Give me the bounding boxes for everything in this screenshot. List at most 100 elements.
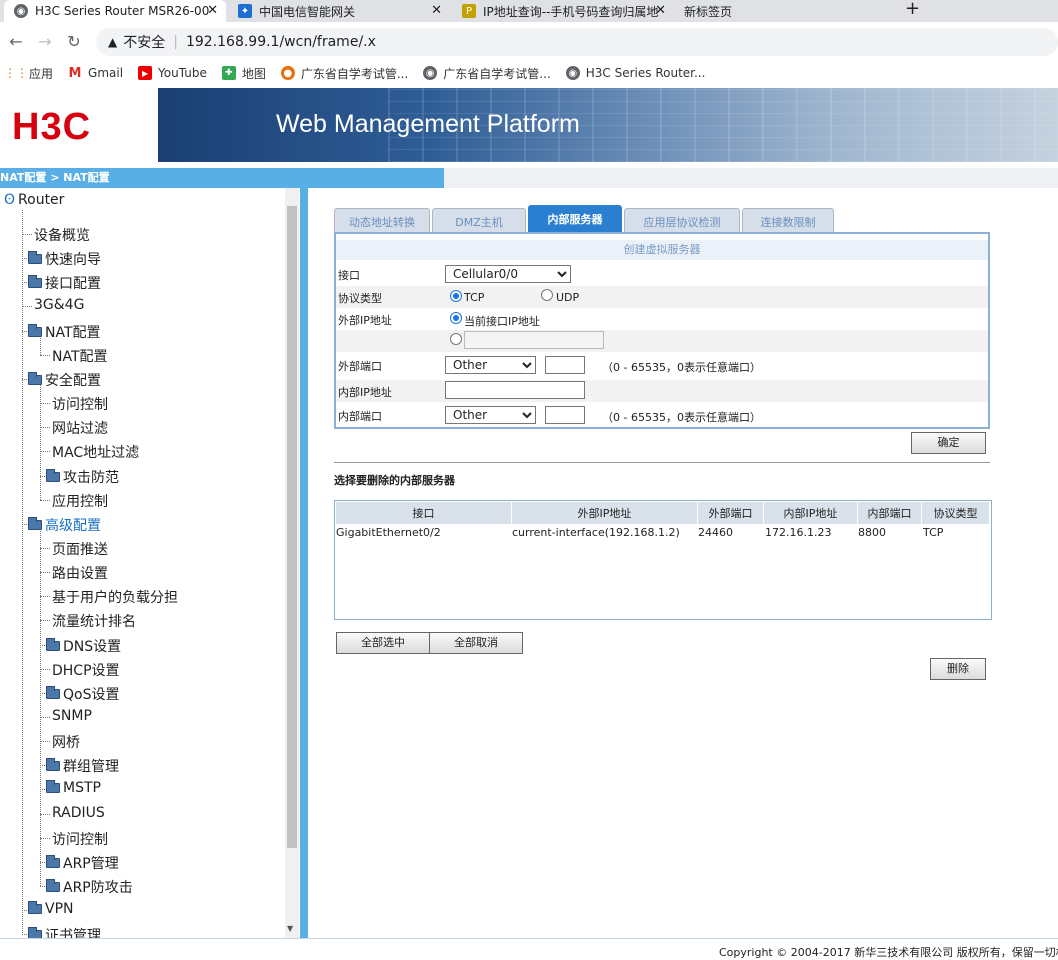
back-icon[interactable]: ← [3,32,29,51]
sidebar-item-radius[interactable]: RADIUS [52,805,105,821]
interface-select[interactable]: Cellular0/0 [445,265,571,283]
sidebar-item-traffic-ranking[interactable]: 流量统计排名 [52,611,136,631]
close-icon[interactable]: ✕ [207,3,218,18]
internal-port-input[interactable] [545,406,585,424]
select-all-button[interactable]: 全部选中 [336,632,430,654]
current-interface-ip-radio[interactable] [450,312,462,324]
sidebar-item-mac-filter[interactable]: MAC地址过滤 [52,442,139,462]
sidebar-item-arp-defense[interactable]: ARP防攻击 [46,877,133,897]
sidebar-item-user-load-balance[interactable]: 基于用户的负载分担 [52,587,178,607]
tab-title: H3C Series Router MSR26-00 [35,4,210,18]
udp-label: UDP [556,291,580,304]
browser-tab[interactable]: 新标签页 [674,0,874,22]
url-text: 192.168.99.1/wcn/frame/.x [185,34,376,50]
bookmark-youtube[interactable]: ▶ YouTube [138,66,207,80]
sidebar-item-label: 安全配置 [45,372,101,389]
sidebar-item-label: 访问控制 [52,397,108,414]
sidebar-item-security-config[interactable]: 安全配置 [28,370,101,390]
bookmark-exam-1[interactable]: ● 广东省自学考试管... [280,65,408,82]
sidebar-item-nat-config-sub[interactable]: NAT配置 [52,346,108,366]
header-banner: Web Management Platform [158,88,1058,162]
sidebar-item-group-mgmt[interactable]: 群组管理 [46,756,119,776]
sidebar-item-bridge[interactable]: 网桥 [52,732,80,752]
gmail-icon: M [68,65,82,81]
confirm-button[interactable]: 确定 [911,432,986,454]
custom-ip-input[interactable] [464,331,604,349]
bookmark-apps[interactable]: ⋮⋮ 应用 [4,65,53,82]
tcp-radio[interactable] [450,290,462,302]
sidebar-item-snmp[interactable]: SNMP [52,708,92,724]
browser-tab[interactable]: ✦ 中国电信智能网关 ✕ [228,0,450,22]
globe-icon: ◉ [565,66,580,80]
external-port-select[interactable]: Other [445,356,536,374]
external-port-input[interactable] [545,356,585,374]
tab-title: IP地址查询--手机号码查询归属地 [483,4,658,19]
sidebar-item-qos[interactable]: QoS设置 [46,684,119,704]
folder-icon [28,516,42,530]
sidebar-item-label: 高级配置 [45,517,101,534]
sidebar-item-device-overview[interactable]: 设备概览 [34,225,90,245]
tree-root-router[interactable]: ʘ Router [4,192,64,208]
delete-button[interactable]: 删除 [930,658,986,680]
bookmark-exam-2[interactable]: ◉ 广东省自学考试管... [423,65,551,82]
sidebar-item-label: 流量统计排名 [52,614,136,631]
deselect-all-button[interactable]: 全部取消 [429,632,523,654]
tab-internal-server[interactable]: 内部服务器 [528,205,622,232]
tab-title: 中国电信智能网关 [259,4,356,19]
external-port-label: 外部端口 [338,360,382,373]
bookmark-maps[interactable]: ✚ 地图 [221,65,266,82]
external-ip-custom-row [336,330,988,352]
url-field[interactable]: ▲ 不安全 | 192.168.99.1/wcn/frame/.x [96,28,1058,56]
sidebar-item-label: VPN [45,901,74,918]
sidebar-item-routing[interactable]: 路由设置 [52,563,108,583]
close-icon[interactable]: ✕ [431,3,442,18]
globe-icon: ◉ [14,4,28,18]
sidebar-item-arp-mgmt[interactable]: ARP管理 [46,853,119,873]
globe-icon: ◉ [423,66,438,80]
cell-internal-ip: 172.16.1.23 [765,526,832,539]
internal-port-select[interactable]: Other [445,406,536,424]
tab-alg[interactable]: 应用层协议检测 [624,208,740,232]
custom-ip-radio[interactable] [450,333,462,345]
scroll-down-icon[interactable]: ▼ [287,924,293,933]
sidebar-item-label: 访问控制 [52,831,108,848]
sidebar-item-nat-config[interactable]: NAT配置 [28,322,101,342]
sidebar-item-access-control-2[interactable]: 访问控制 [52,829,108,849]
cell-external-ip: current-interface(192.168.1.2) [512,526,680,539]
reload-icon[interactable]: ↻ [61,32,87,51]
sidebar-item-mstp[interactable]: MSTP [46,780,101,796]
sidebar-item-advanced-config[interactable]: 高级配置 [28,515,101,535]
tab-connection-limit[interactable]: 连接数限制 [742,208,834,232]
sidebar-item-app-control[interactable]: 应用控制 [52,491,108,511]
new-tab-icon[interactable]: + [905,0,920,19]
internal-ip-row: 内部IP地址 [336,380,988,402]
internal-ip-label: 内部IP地址 [338,386,392,399]
sidebar-item-3g4g[interactable]: 3G&4G [34,297,84,313]
internal-ip-input[interactable] [445,381,585,399]
breadcrumb: NAT配置 > NAT配置 [0,168,444,188]
sidebar-item-web-filter[interactable]: 网站过滤 [52,418,108,438]
sidebar-item-access-control[interactable]: 访问控制 [52,394,108,414]
udp-radio[interactable] [541,289,553,301]
sidebar-scroll-thumb[interactable] [287,206,297,848]
delete-section-title: 选择要删除的内部服务器 [334,474,455,487]
sidebar-item-quick-wizard[interactable]: 快速向导 [28,249,101,269]
close-icon[interactable]: ✕ [655,3,666,18]
forward-icon[interactable]: → [32,32,58,51]
sidebar-item-label: 基于用户的负载分担 [52,590,178,607]
browser-tab[interactable]: P IP地址查询--手机号码查询归属地 ✕ [452,0,674,22]
sidebar-item-label: 快速向导 [45,252,101,269]
browser-tab[interactable]: ◉ H3C Series Router MSR26-00 ✕ [4,0,226,22]
bookmark-gmail[interactable]: M Gmail [68,65,123,81]
tab-dmz-host[interactable]: DMZ主机 [432,208,526,232]
sidebar-item-page-push[interactable]: 页面推送 [52,539,108,559]
sidebar-item-vpn[interactable]: VPN [28,901,74,917]
sidebar-item-cert-mgmt[interactable]: 证书管理 [28,925,101,938]
sidebar-item-interface-config[interactable]: 接口配置 [28,273,101,293]
internal-port-label: 内部端口 [338,410,382,423]
bookmark-h3c[interactable]: ◉ H3C Series Router... [565,66,705,80]
tab-dynamic-nat[interactable]: 动态地址转换 [334,208,430,232]
sidebar-item-dns[interactable]: DNS设置 [46,636,121,656]
sidebar-item-dhcp[interactable]: DHCP设置 [52,660,120,680]
sidebar-item-attack-defense[interactable]: 攻击防范 [46,467,119,487]
